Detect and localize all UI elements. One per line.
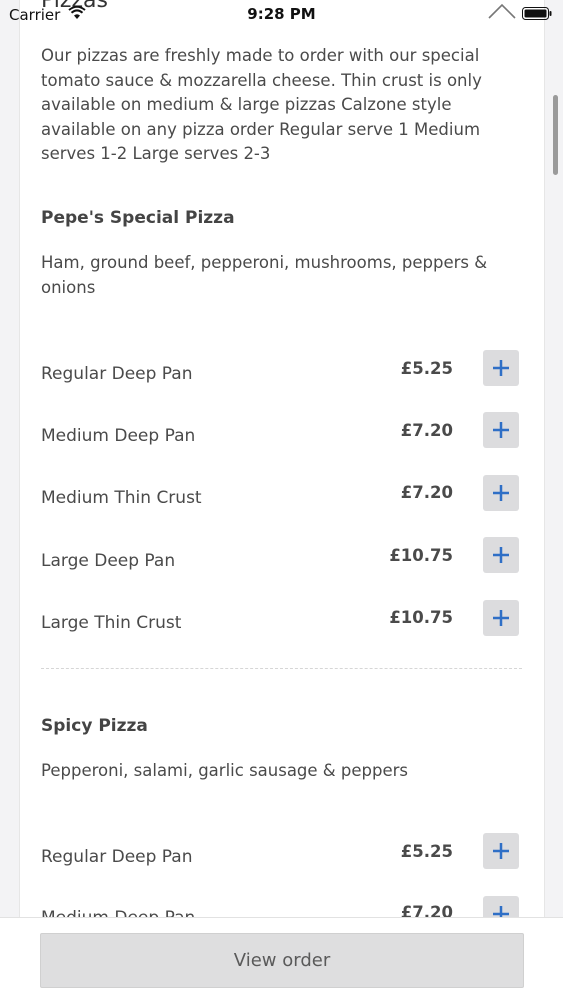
- add-to-order-button[interactable]: [483, 537, 519, 573]
- item-divider: [41, 668, 522, 669]
- chevron-up-icon[interactable]: [488, 3, 516, 19]
- status-time: 9:28 PM: [247, 5, 316, 23]
- plus-icon: [493, 610, 509, 626]
- item-description: Ham, ground beef, pepperoni, mushrooms, …: [41, 253, 488, 297]
- plus-icon: [493, 422, 509, 438]
- option-price: £5.25: [400, 359, 453, 378]
- plus-icon: [493, 485, 509, 501]
- option-label: Regular Deep Pan: [41, 364, 193, 384]
- option-label: Medium Thin Crust: [41, 488, 202, 508]
- item-title: Pepe's Special Pizza: [41, 208, 235, 228]
- add-to-order-button[interactable]: [483, 833, 519, 869]
- plus-icon: [493, 547, 509, 563]
- option-label: Regular Deep Pan: [41, 847, 193, 867]
- add-to-order-button[interactable]: [483, 600, 519, 636]
- order-footer: View order: [0, 917, 563, 1001]
- scrollbar[interactable]: [553, 95, 558, 175]
- battery-icon: [522, 7, 552, 20]
- option-price: £10.75: [389, 546, 453, 565]
- option-price: £7.20: [400, 421, 453, 440]
- section-intro: Our pizzas are freshly made to order wit…: [41, 46, 482, 163]
- add-to-order-button[interactable]: [483, 475, 519, 511]
- option-price: £5.25: [400, 842, 453, 861]
- add-to-order-button[interactable]: [483, 350, 519, 386]
- option-price: £7.20: [400, 483, 453, 502]
- status-bar: Carrier 9:28 PM: [0, 0, 563, 30]
- add-to-order-button[interactable]: [483, 412, 519, 448]
- view-order-button[interactable]: View order: [40, 933, 524, 988]
- plus-icon: [493, 360, 509, 376]
- option-label: Medium Deep Pan: [41, 426, 196, 446]
- item-title: Spicy Pizza: [41, 716, 148, 736]
- item-description: Pepperoni, salami, garlic sausage & pepp…: [41, 761, 409, 780]
- option-price: £10.75: [389, 608, 453, 627]
- option-label: Large Thin Crust: [41, 613, 182, 633]
- plus-icon: [493, 843, 509, 859]
- option-label: Large Deep Pan: [41, 551, 176, 571]
